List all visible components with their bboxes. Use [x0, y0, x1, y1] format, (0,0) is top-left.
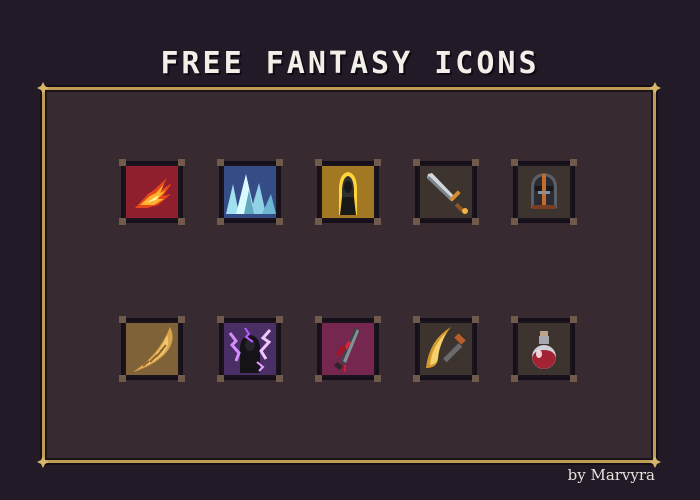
page-title: FREE FANTASY ICONS: [160, 46, 540, 81]
bloody-blade-icon: [322, 323, 374, 375]
icon-slot-sword[interactable]: [413, 159, 479, 225]
sword-icon: [420, 166, 472, 218]
icon-slot-ice-spikes[interactable]: [217, 159, 283, 225]
icon-slot-holy-aura[interactable]: [315, 159, 381, 225]
sickle-icon: [420, 323, 472, 375]
potion-icon: [518, 323, 570, 375]
lightning-shadow-icon: [224, 323, 276, 375]
author-credit: by Marvyra: [567, 466, 655, 484]
corner-ornament-icon: [37, 82, 49, 94]
icon-panel: [37, 82, 661, 468]
fire-claw-icon: [126, 166, 178, 218]
corner-ornament-icon: [37, 456, 49, 468]
horn-icon: [126, 323, 178, 375]
icon-slot-bloody-blade[interactable]: [315, 316, 381, 382]
icon-slot-horn[interactable]: [119, 316, 185, 382]
helmet-icon: [518, 166, 570, 218]
icon-slot-potion[interactable]: [511, 316, 577, 382]
icon-slot-lightning-shadow[interactable]: [217, 316, 283, 382]
icon-slot-helmet[interactable]: [511, 159, 577, 225]
corner-ornament-icon: [649, 82, 661, 94]
holy-aura-icon: [322, 166, 374, 218]
icon-slot-fire-claw[interactable]: [119, 159, 185, 225]
ice-spikes-icon: [224, 166, 276, 218]
icon-slot-sickle[interactable]: [413, 316, 479, 382]
